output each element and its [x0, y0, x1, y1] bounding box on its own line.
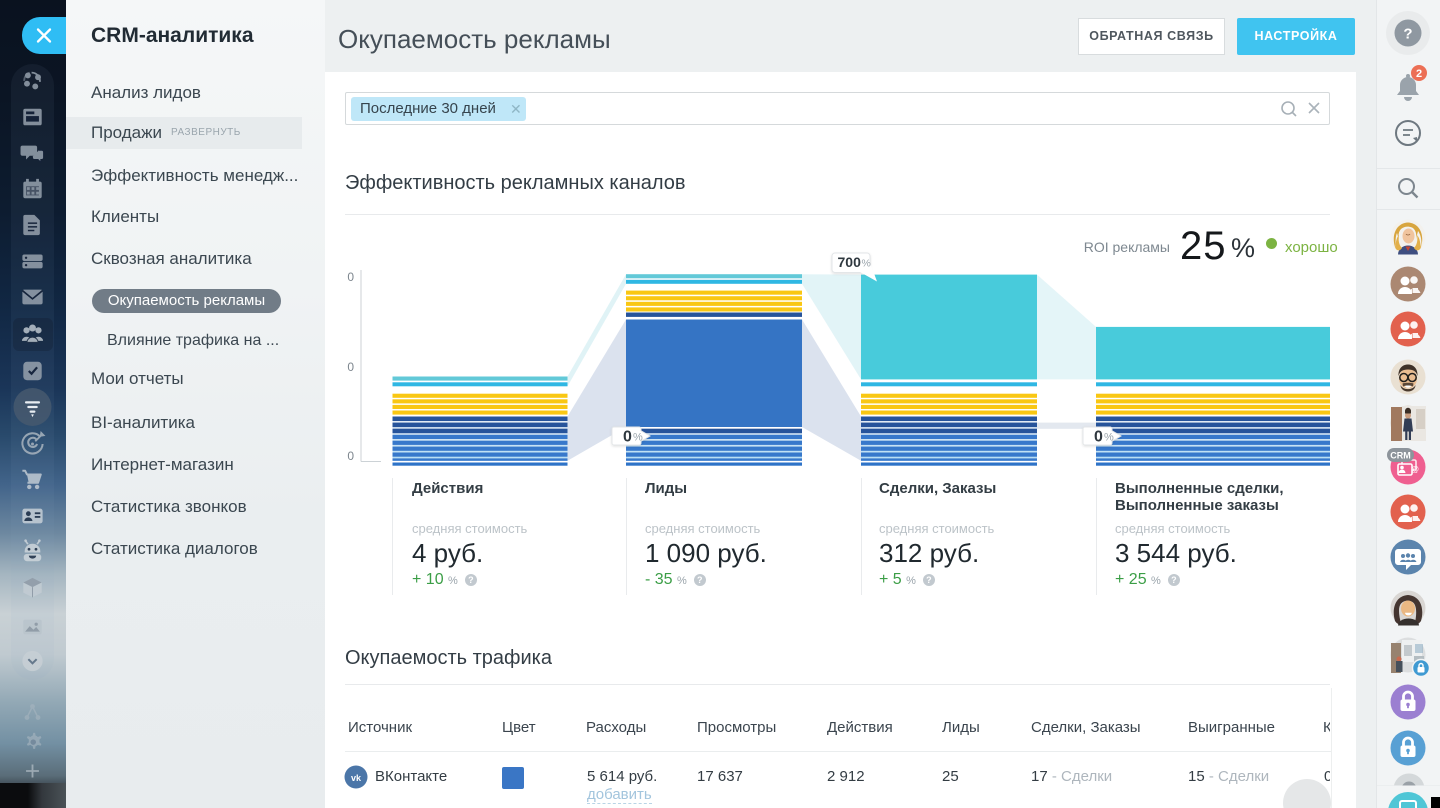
svg-text:0: 0	[347, 360, 354, 374]
svg-text:2: 2	[1416, 68, 1422, 80]
svg-text:%: %	[633, 432, 643, 444]
svg-text:0: 0	[1094, 429, 1103, 446]
svg-text:0: 0	[347, 449, 354, 463]
svg-text:0: 0	[347, 270, 354, 284]
svg-text:vk: vk	[351, 773, 362, 783]
svg-text:CRM: CRM	[1390, 451, 1411, 461]
svg-text:700: 700	[838, 254, 862, 270]
svg-text:%: %	[862, 258, 871, 270]
svg-text:0: 0	[623, 429, 632, 446]
svg-text:?: ?	[1403, 26, 1412, 43]
svg-text:@: @	[1411, 465, 1419, 474]
svg-text:%: %	[1104, 432, 1114, 444]
